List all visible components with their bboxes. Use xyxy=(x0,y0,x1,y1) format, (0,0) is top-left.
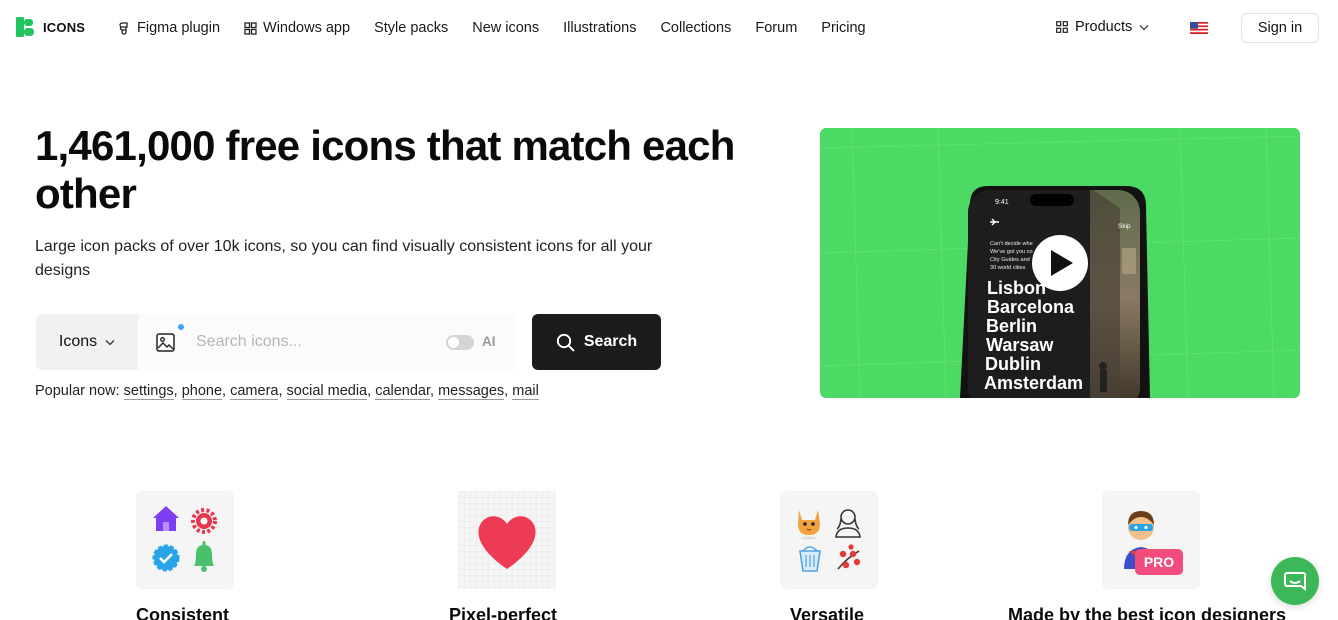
verified-badge-icon xyxy=(152,544,180,572)
feature-title: Consistent xyxy=(136,605,230,620)
popular-link[interactable]: camera xyxy=(230,383,279,400)
windows-icon xyxy=(244,21,257,35)
chat-icon xyxy=(1284,572,1306,591)
promo-video-frame: 9:41 Skip Can't decide whe We've got you… xyxy=(820,128,1300,398)
feature-title: Versatile xyxy=(790,605,865,620)
bell-icon xyxy=(194,541,214,572)
popular-link[interactable]: mail xyxy=(512,383,539,400)
cherry-blossom-icon xyxy=(837,544,861,570)
nav-windows-app[interactable]: Windows app xyxy=(244,20,350,36)
products-menu[interactable]: Products xyxy=(1056,19,1149,35)
phone-time: 9:41 xyxy=(995,199,1009,206)
popular-link[interactable]: settings xyxy=(123,383,174,400)
intro-line: 30 world cities xyxy=(990,265,1026,271)
icons8-logo-icon xyxy=(16,17,34,37)
feature-title: Pixel-perfect xyxy=(449,605,558,620)
popular-link[interactable]: social media xyxy=(286,383,368,400)
nav-collections[interactable]: Collections xyxy=(660,20,731,36)
nav-label: Illustrations xyxy=(563,20,637,36)
nav-figma-plugin[interactable]: Figma plugin xyxy=(118,20,220,36)
nav-label: Windows app xyxy=(263,20,351,36)
feature-designers-illustration: PRO xyxy=(1102,491,1200,589)
intro-line: We've got you co xyxy=(990,249,1033,255)
city-name: Amsterdam xyxy=(984,373,1083,393)
nav-style-packs[interactable]: Style packs xyxy=(374,20,448,36)
chat-button[interactable] xyxy=(1271,557,1319,605)
logo[interactable]: ICONS xyxy=(16,17,85,37)
popular-link[interactable]: calendar xyxy=(375,383,431,400)
feature-title: Made by the best icon designers xyxy=(1008,605,1287,620)
products-label: Products xyxy=(1075,19,1133,35)
figma-icon xyxy=(119,21,128,35)
chevron-down-icon xyxy=(105,339,115,345)
grid-icon xyxy=(1056,21,1068,33)
promo-video[interactable]: 9:41 Skip Can't decide whe We've got you… xyxy=(820,128,1300,398)
hero-subtitle: Large icon packs of over 10k icons, so y… xyxy=(35,238,653,279)
feature-consistent-illustration xyxy=(136,491,234,589)
basket-icon xyxy=(799,546,821,572)
nav-pricing[interactable]: Pricing xyxy=(821,20,865,36)
search-button-label: Search xyxy=(583,333,638,350)
popular-link[interactable]: phone xyxy=(181,383,223,400)
cat-icon xyxy=(798,510,820,540)
gear-icon xyxy=(191,508,217,534)
intro-line: Can't decide whe xyxy=(990,241,1033,247)
city-name: Barcelona xyxy=(987,297,1075,317)
phone-skip: Skip xyxy=(1118,223,1131,230)
nav-label: New icons xyxy=(472,20,540,36)
pro-badge: PRO xyxy=(1135,549,1183,575)
feature-versatile-illustration xyxy=(780,491,878,589)
popular-searches: Popular now: settings, phone, camera, so… xyxy=(35,383,539,400)
city-name: Berlin xyxy=(986,316,1037,336)
search-type-dropdown[interactable]: Icons xyxy=(36,314,138,370)
logo-text: ICONS xyxy=(43,19,86,35)
city-name: Warsaw xyxy=(986,335,1054,355)
search-input[interactable] xyxy=(196,331,436,353)
popular-link[interactable]: messages xyxy=(438,383,505,400)
intro-line: City Guides and xyxy=(990,257,1030,263)
feature-pixel-perfect-illustration xyxy=(458,491,556,589)
ai-label: AI xyxy=(482,334,496,349)
person-outline-icon xyxy=(835,509,861,538)
new-feature-dot xyxy=(178,324,184,330)
city-name: Dublin xyxy=(985,354,1041,374)
sign-in-button[interactable]: Sign in xyxy=(1241,13,1319,43)
main-nav: Figma plugin Windows app Style packs New… xyxy=(118,0,890,56)
nav-illustrations[interactable]: Illustrations xyxy=(563,20,636,36)
nav-label: Forum xyxy=(755,20,798,36)
pro-badge-label: PRO xyxy=(1144,554,1174,570)
nav-new-icons[interactable]: New icons xyxy=(472,20,539,36)
search-field: AI xyxy=(138,314,516,370)
search-box: Icons AI xyxy=(36,314,516,370)
hero-title: 1,461,000 free icons that match each oth… xyxy=(35,122,735,217)
us-flag-icon[interactable] xyxy=(1190,22,1208,34)
city-name: Lisbon xyxy=(987,278,1046,298)
nav-label: Style packs xyxy=(374,20,449,36)
nav-label: Collections xyxy=(660,20,732,36)
search-type-label: Icons xyxy=(58,333,98,350)
search-icon xyxy=(556,333,575,351)
ai-toggle-knob xyxy=(448,337,459,348)
house-icon xyxy=(153,506,179,531)
chevron-down-icon xyxy=(1139,24,1149,30)
nav-label: Figma plugin xyxy=(137,20,221,36)
ai-toggle[interactable] xyxy=(446,335,474,350)
search-button[interactable]: Search xyxy=(532,314,661,370)
header: ICONS Figma plugin Windows app Style pac… xyxy=(0,0,1338,56)
popular-label: Popular now: xyxy=(35,383,120,399)
play-icon[interactable] xyxy=(1032,235,1088,291)
image-search-icon[interactable] xyxy=(156,333,175,352)
nav-label: Pricing xyxy=(821,20,866,36)
nav-forum[interactable]: Forum xyxy=(755,20,797,36)
